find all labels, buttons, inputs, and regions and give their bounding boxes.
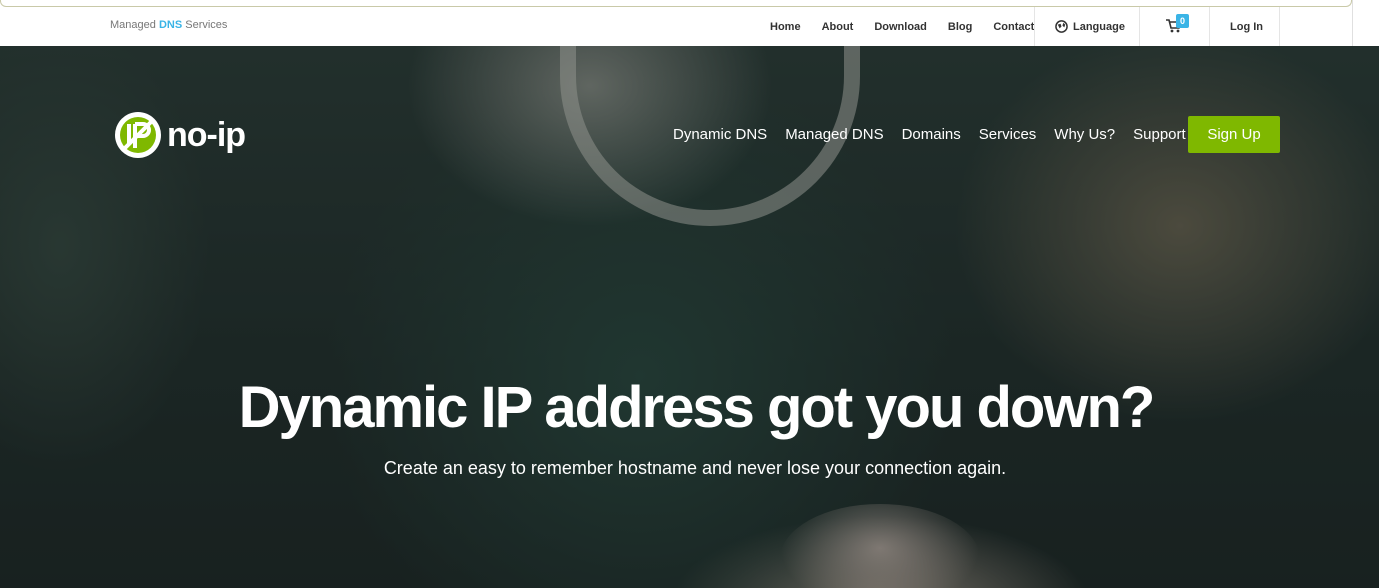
home-link[interactable]: Home xyxy=(770,21,801,33)
nav-support[interactable]: Support xyxy=(1133,126,1186,143)
language-label: Language xyxy=(1073,20,1125,33)
language-selector[interactable]: Language xyxy=(1055,7,1125,46)
globe-icon xyxy=(1055,20,1068,33)
about-link[interactable]: About xyxy=(822,21,854,33)
blog-link[interactable]: Blog xyxy=(948,21,972,33)
noip-logo-icon xyxy=(115,112,161,158)
nav-domains[interactable]: Domains xyxy=(902,126,961,143)
signup-button[interactable]: Sign Up xyxy=(1188,116,1280,153)
download-link[interactable]: Download xyxy=(874,21,927,33)
hero-subheadline: Create an easy to remember hostname and … xyxy=(383,458,1007,478)
divider xyxy=(1279,7,1280,46)
contact-link[interactable]: Contact xyxy=(993,21,1034,33)
divider xyxy=(1139,7,1140,46)
hero-headline: Dynamic IP address got you down? xyxy=(238,375,1156,440)
main-nav: Dynamic DNS Managed DNS Domains Services… xyxy=(673,126,1204,143)
noip-logo[interactable]: no-ip xyxy=(113,110,246,160)
nav-why-us[interactable]: Why Us? xyxy=(1054,126,1115,143)
divider xyxy=(1034,7,1035,46)
utility-bar: Managed DNS Services Home About Download… xyxy=(0,7,1379,46)
cart-count-badge: 0 xyxy=(1176,14,1189,28)
nav-services[interactable]: Services xyxy=(979,126,1037,143)
browser-chrome-edge xyxy=(0,0,1352,7)
hero-section: no-ip Dynamic DNS Managed DNS Domains Se… xyxy=(0,46,1379,588)
scrollbar[interactable] xyxy=(1352,0,1379,46)
utility-links: Home About Download Blog Contact xyxy=(770,7,1055,46)
nav-dynamic-dns[interactable]: Dynamic DNS xyxy=(673,126,767,143)
logo-wordmark: no-ip xyxy=(167,115,246,154)
login-link[interactable]: Log In xyxy=(1230,7,1263,46)
divider xyxy=(1209,7,1210,46)
tagline: Managed DNS Services xyxy=(110,19,228,31)
nav-managed-dns[interactable]: Managed DNS xyxy=(785,126,883,143)
